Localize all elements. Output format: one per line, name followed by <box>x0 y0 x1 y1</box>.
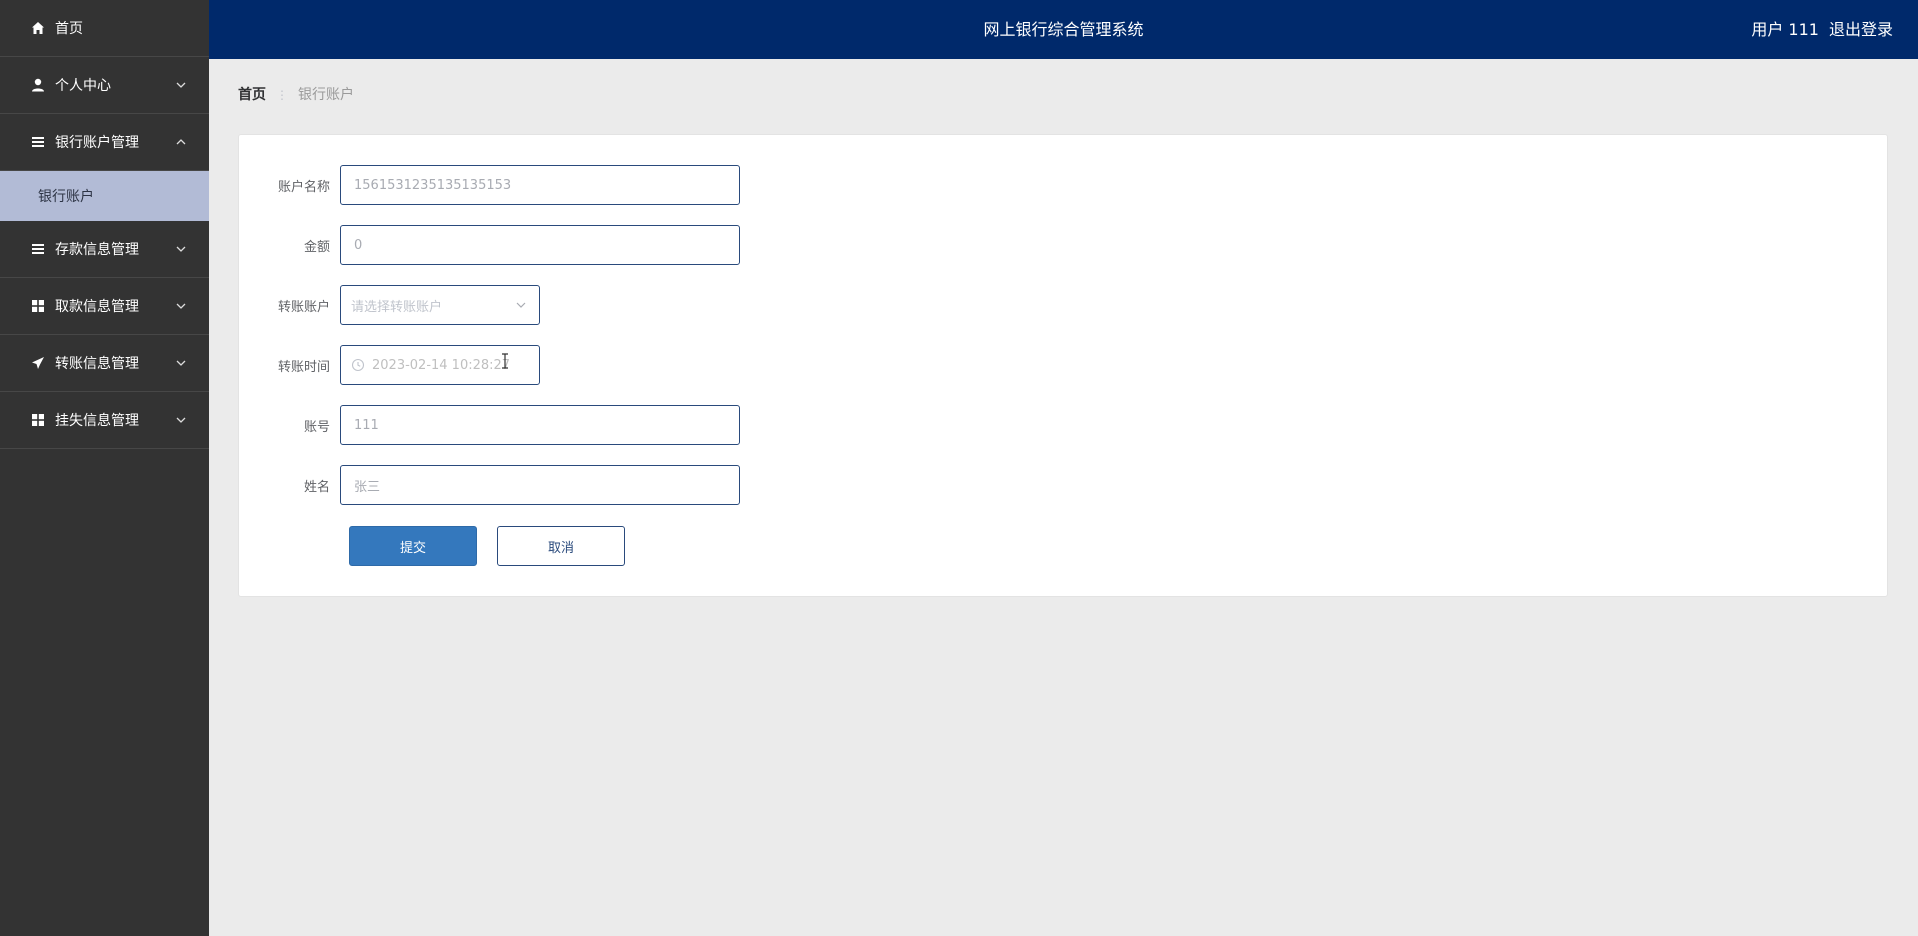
logout-link[interactable]: 退出登录 <box>1829 0 1893 59</box>
form-row-amount: 金额 0 <box>239 225 740 265</box>
sidebar-item-label: 个人中心 <box>55 78 111 94</box>
amount-label: 金额 <box>303 239 330 255</box>
chevron-down-icon <box>176 303 186 309</box>
home-icon <box>30 20 46 36</box>
chevron-down-icon <box>516 302 526 308</box>
sidebar-item-withdrawals[interactable]: 取款信息管理 <box>0 278 209 335</box>
sidebar-item-deposits[interactable]: 存款信息管理 <box>0 221 209 278</box>
account-number-value: 111 <box>354 417 379 433</box>
sidebar-subitem-label: 银行账户 <box>38 189 94 205</box>
user-label: 用户 111 <box>1751 20 1819 39</box>
cancel-button[interactable]: 取消 <box>497 526 625 566</box>
header-user-area: 用户 111 退出登录 <box>1751 0 1893 59</box>
form-row-transfer-time: 转账时间 2023-02-14 10:28:27 <box>239 345 540 385</box>
form-row-name: 姓名 张三 <box>239 465 740 505</box>
sidebar-item-bank-accounts[interactable]: 银行账户管理 <box>0 114 209 171</box>
sidebar-item-transfers[interactable]: 转账信息管理 <box>0 335 209 392</box>
name-value: 张三 <box>354 479 381 495</box>
form-row-transfer-account: 转账账户 请选择转账账户 <box>239 285 540 325</box>
submit-button[interactable]: 提交 <box>349 526 477 566</box>
grid-icon <box>30 412 46 428</box>
sidebar-item-label: 银行账户管理 <box>55 135 139 151</box>
chevron-down-icon <box>176 82 186 88</box>
chevron-down-icon <box>176 417 186 423</box>
account-name-input[interactable]: 1561531235135135153 <box>340 165 740 205</box>
clock-icon <box>351 358 365 372</box>
form-row-account-name: 账户名称 1561531235135135153 <box>239 165 740 205</box>
transfer-account-select[interactable]: 请选择转账账户 <box>340 285 540 325</box>
account-name-label: 账户名称 <box>277 179 330 195</box>
form-card: 账户名称 1561531235135135153 金额 0 转账账户 请选择转账… <box>238 134 1888 597</box>
account-number-input[interactable]: 111 <box>340 405 740 445</box>
sidebar-item-label: 取款信息管理 <box>55 299 139 315</box>
system-title: 网上银行综合管理系统 <box>983 20 1144 39</box>
amount-value: 0 <box>354 237 363 253</box>
account-number-label: 账号 <box>303 419 330 435</box>
grid-icon <box>30 298 46 314</box>
top-header: 网上银行综合管理系统 用户 111 退出登录 <box>209 0 1918 59</box>
sidebar-item-profile[interactable]: 个人中心 <box>0 57 209 114</box>
transfer-time-value: 2023-02-14 10:28:27 <box>372 357 511 373</box>
sidebar-item-label: 挂失信息管理 <box>55 413 139 429</box>
user-icon <box>30 77 46 93</box>
text-cursor-icon <box>502 353 508 369</box>
breadcrumb-current: 银行账户 <box>298 87 354 103</box>
sidebar-item-loss-reports[interactable]: 挂失信息管理 <box>0 392 209 449</box>
transfer-time-label: 转账时间 <box>277 359 330 375</box>
sidebar-subitem-bank-account[interactable]: 银行账户 <box>0 171 209 221</box>
transfer-time-picker[interactable]: 2023-02-14 10:28:27 <box>340 345 540 385</box>
sidebar-item-home[interactable]: 首页 <box>0 0 209 57</box>
sidebar: 首页 个人中心 银行账户管理 银行账户 存款信息管理 取款信息管理 转账信息管理… <box>0 0 209 936</box>
sidebar-item-label: 转账信息管理 <box>55 356 139 372</box>
sidebar-item-label: 存款信息管理 <box>55 242 139 258</box>
transfer-account-label: 转账账户 <box>277 299 330 315</box>
name-input[interactable]: 张三 <box>340 465 740 505</box>
breadcrumb-separator-icon: ⋮ <box>276 88 288 102</box>
name-label: 姓名 <box>303 479 330 495</box>
chevron-up-icon <box>176 139 186 145</box>
list-icon <box>30 241 46 257</box>
account-name-value: 1561531235135135153 <box>354 177 512 193</box>
chevron-down-icon <box>176 246 186 252</box>
amount-input[interactable]: 0 <box>340 225 740 265</box>
chevron-down-icon <box>176 360 186 366</box>
sidebar-item-label: 首页 <box>55 21 83 37</box>
breadcrumb: 首页 ⋮ 银行账户 <box>238 86 354 104</box>
form-row-account-number: 账号 111 <box>239 405 740 445</box>
breadcrumb-home-link[interactable]: 首页 <box>238 86 266 104</box>
send-icon <box>30 355 46 371</box>
list-icon <box>30 134 46 150</box>
transfer-account-placeholder: 请选择转账账户 <box>351 299 443 315</box>
